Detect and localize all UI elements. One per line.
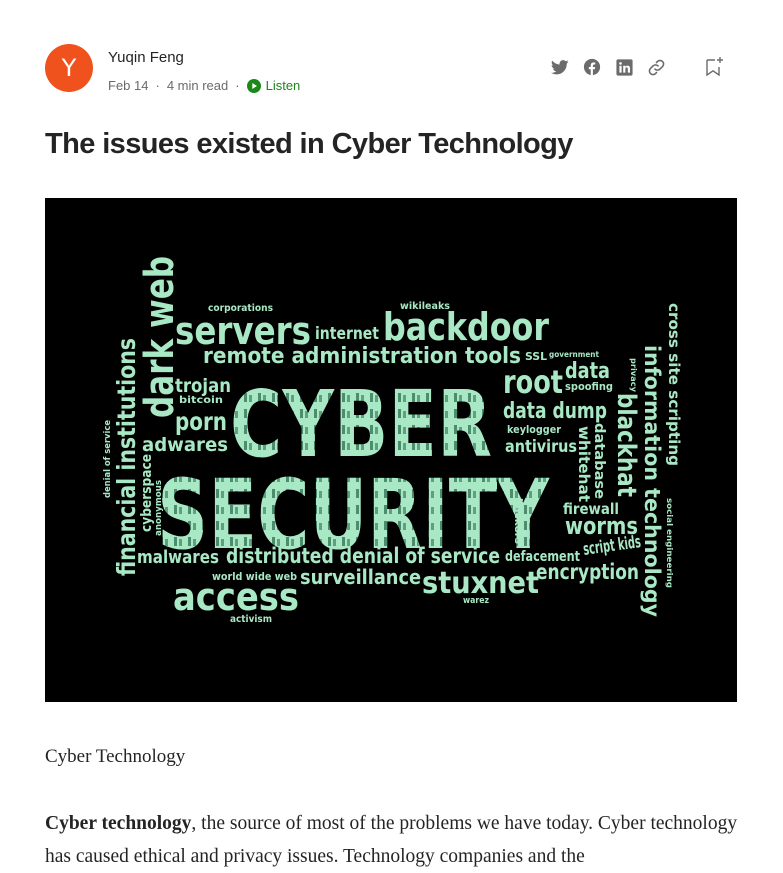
cloud-word-wikileaks: wikileaks <box>400 301 450 312</box>
cloud-word-surveillance: surveillance <box>300 565 421 589</box>
article-header: Y Yuqin Feng Feb 14 · 4 min read · Liste… <box>45 44 725 96</box>
link-icon[interactable] <box>645 56 667 78</box>
cloud-word-social-engineering: social engineering <box>665 498 674 588</box>
linkedin-icon[interactable] <box>613 56 635 78</box>
cloud-word-database: database <box>591 423 607 499</box>
cloud-word-trojan: trojan <box>175 375 231 397</box>
cloud-word-access: access <box>173 575 299 619</box>
cloud-word-financial-institutions: financial institutions <box>112 338 141 576</box>
twitter-icon[interactable] <box>549 56 571 78</box>
cloud-word-denial-of-service: denial of service <box>103 420 113 498</box>
cloud-word-porn: porn <box>175 407 227 436</box>
cloud-word-information-technology: information technology <box>640 345 664 617</box>
cloud-word-hackers: hackers <box>512 498 525 544</box>
cloud-word-cross-site-scripting: cross site scripting <box>665 303 683 466</box>
bookmark-add-icon[interactable] <box>703 56 725 78</box>
cloud-word-government: government <box>549 350 599 359</box>
listen-label: Listen <box>265 78 301 93</box>
cloud-word-encryption: encryption <box>536 560 639 584</box>
article-meta: Feb 14 · 4 min read · Listen <box>108 78 300 93</box>
cloud-word-corporations: corporations <box>208 303 273 314</box>
cloud-word-anonymous: anonymous <box>154 480 164 536</box>
cloud-word-remote-administration-tools: remote administration tools <box>203 344 521 369</box>
meta-separator: · <box>155 78 160 93</box>
article-image: CYBER SECURITY dark web servers internet back… <box>45 198 737 702</box>
author-name[interactable]: Yuqin Feng <box>108 49 184 66</box>
cloud-word-whitehat: whitehat <box>575 426 593 502</box>
cloud-word-data: data <box>565 359 610 384</box>
cloud-word-adwares: adwares <box>142 434 228 456</box>
meta-separator: · <box>235 78 240 93</box>
image-caption: Cyber Technology <box>45 746 186 767</box>
paragraph-bold-lead: Cyber technology <box>45 813 192 834</box>
avatar[interactable]: Y <box>45 44 93 92</box>
listen-button[interactable]: Listen <box>246 78 301 93</box>
cloud-word-ssl: SSL <box>525 350 547 363</box>
publish-date: Feb 14 <box>108 78 149 93</box>
cloud-word-data-dump: data dump <box>503 399 607 424</box>
play-circle-icon <box>246 78 261 93</box>
facebook-icon[interactable] <box>581 56 603 78</box>
word-cloud-image: CYBERSECURITYdark webservers internet back… <box>103 256 683 625</box>
article-title: The issues existed in Cyber Technology <box>45 128 573 160</box>
cloud-word-cyberspace: cyberspace <box>139 454 155 532</box>
cloud-word-keylogger: keylogger <box>507 423 561 436</box>
share-actions <box>539 56 725 78</box>
read-time: 4 min read <box>166 78 229 93</box>
cloud-word-warez: warez <box>463 596 489 606</box>
cloud-word-antivirus: antivirus <box>505 437 577 457</box>
article-paragraph: Cyber technology, the source of most of … <box>45 807 745 873</box>
cloud-word-internet: internet <box>315 324 379 344</box>
cloud-word-malwares: malwares <box>137 547 219 568</box>
cloud-word-privacy: privacy <box>629 358 638 393</box>
cloud-word-root: root <box>503 363 563 401</box>
cloud-word-bitcoin: bitcoin <box>179 395 223 406</box>
cloud-word-activism: activism <box>230 614 272 625</box>
cloud-word-blackhat: blackhat <box>611 393 641 497</box>
